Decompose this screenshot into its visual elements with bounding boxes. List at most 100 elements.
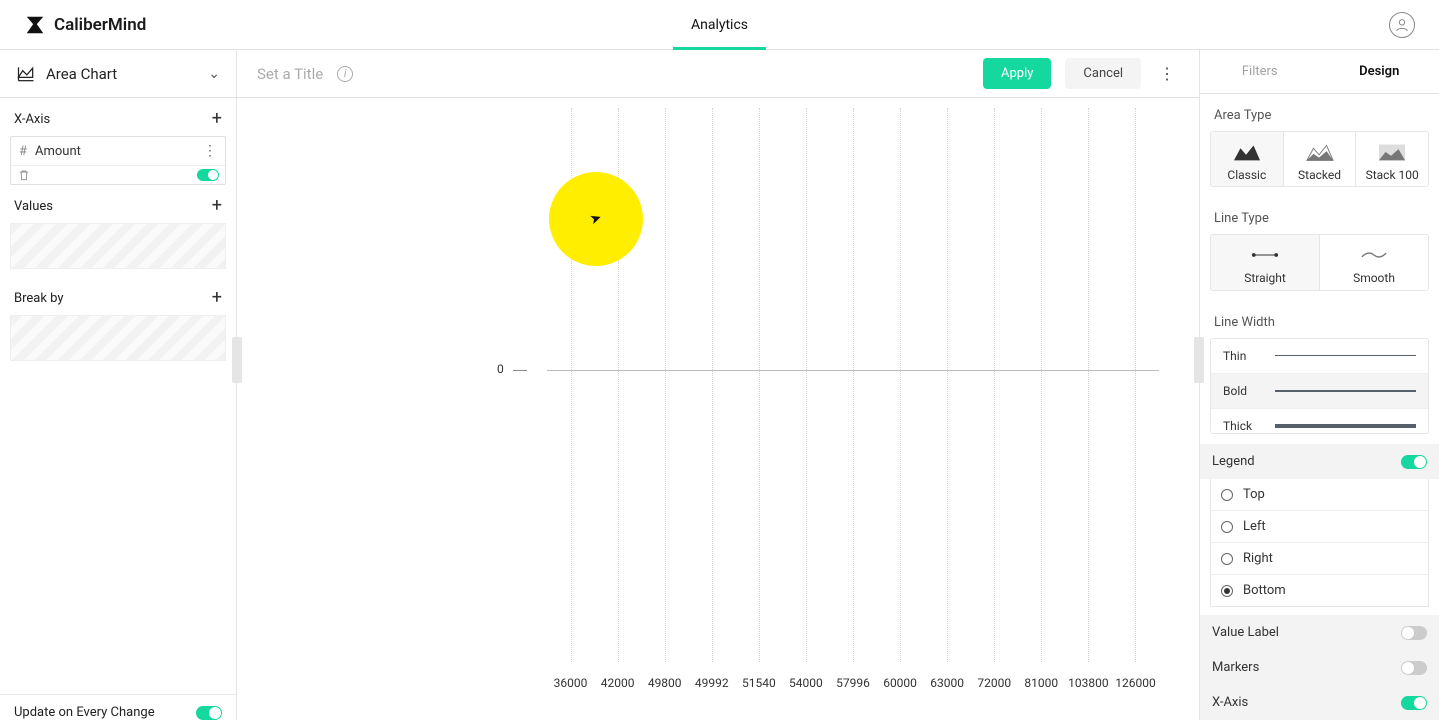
area-stacked-icon — [1306, 142, 1334, 162]
values-drop-zone[interactable] — [10, 223, 226, 269]
cursor-highlight: ➤ — [549, 172, 643, 266]
chart-type-selector[interactable]: Area Chart ⌄ — [0, 50, 236, 98]
x-tick-label: 49800 — [648, 676, 682, 690]
canvas-panel: Set a Title i Apply Cancel ⋮ 0 36000 4200… — [237, 50, 1199, 720]
legend-bottom-label: Bottom — [1243, 583, 1286, 598]
line-width-bold[interactable]: Bold — [1211, 373, 1428, 408]
x-tick-label: 51540 — [742, 676, 776, 690]
tab-design[interactable]: Design — [1320, 50, 1439, 93]
radio-icon — [1221, 585, 1233, 597]
breakby-label: Break by — [14, 291, 64, 306]
chart-type-label: Area Chart — [46, 65, 198, 83]
cursor-arrow-icon: ➤ — [588, 209, 604, 228]
x-axis-field-menu[interactable]: ⋮ — [203, 143, 217, 159]
x-gridline — [712, 108, 713, 662]
y-tick-0: 0 — [497, 362, 504, 376]
trash-icon[interactable] — [17, 168, 31, 182]
add-breakby-button[interactable]: + — [212, 289, 222, 307]
user-avatar[interactable] — [1389, 12, 1415, 38]
x-tick-label: 63000 — [930, 676, 964, 690]
line-width-bold-label: Bold — [1223, 384, 1265, 398]
info-icon[interactable]: i — [337, 66, 353, 82]
line-straight-icon — [1251, 245, 1279, 265]
area-type-stack100[interactable]: Stack 100 — [1355, 132, 1428, 186]
x-gridline — [1088, 108, 1089, 662]
chart-title-input[interactable]: Set a Title — [257, 65, 323, 83]
legend-title: Legend — [1212, 454, 1255, 469]
tab-analytics[interactable]: Analytics — [685, 0, 754, 50]
values-label: Values — [14, 199, 53, 214]
line-width-thin-label: Thin — [1223, 349, 1265, 363]
markers-title: Markers — [1212, 660, 1259, 675]
legend-left[interactable]: Left — [1211, 510, 1428, 542]
x-axis-label: X-Axis — [14, 112, 50, 127]
x-axis-field-chip[interactable]: # Amount ⋮ — [10, 136, 226, 185]
x-gridline — [665, 108, 666, 662]
line-type-title: Line Type — [1200, 197, 1439, 234]
breakby-drop-zone[interactable] — [10, 315, 226, 361]
line-width-thin[interactable]: Thin — [1211, 339, 1428, 373]
xaxis-header: X-Axis — [1200, 685, 1439, 720]
line-type-smooth[interactable]: Smooth — [1319, 235, 1428, 289]
line-smooth-icon — [1360, 245, 1388, 265]
legend-header: Legend — [1200, 444, 1439, 479]
x-axis-section-header: X-Axis + — [0, 98, 236, 136]
xaxis-toggle[interactable] — [1401, 696, 1427, 710]
collapse-right-panel[interactable] — [1194, 337, 1204, 383]
x-tick-label: 49992 — [695, 676, 729, 690]
value-label-title: Value Label — [1212, 625, 1279, 640]
line-width-thick-label: Thick — [1223, 419, 1265, 433]
radio-icon — [1221, 521, 1233, 533]
chevron-down-icon: ⌄ — [208, 66, 220, 82]
x-gridline — [900, 108, 901, 662]
brand-logo-icon — [24, 14, 46, 36]
radio-icon — [1221, 553, 1233, 565]
area-type-stack100-label: Stack 100 — [1366, 168, 1419, 182]
x-tick-label: 72000 — [977, 676, 1011, 690]
x-gridline — [1135, 108, 1136, 662]
values-section-header: Values + — [0, 185, 236, 223]
legend-right-label: Right — [1243, 551, 1273, 566]
design-panel: Filters Design Area Type Classic Stacked… — [1199, 50, 1439, 720]
apply-button[interactable]: Apply — [983, 58, 1051, 89]
line-type-straight-label: Straight — [1244, 271, 1286, 285]
area-type-stacked-label: Stacked — [1298, 168, 1341, 182]
area-type-stacked[interactable]: Stacked — [1283, 132, 1356, 186]
legend-right[interactable]: Right — [1211, 542, 1428, 574]
add-x-axis-button[interactable]: + — [212, 110, 222, 128]
tab-filters[interactable]: Filters — [1200, 50, 1320, 93]
x-axis-field-name: Amount — [35, 144, 195, 159]
line-width-thick[interactable]: Thick — [1211, 408, 1428, 434]
legend-top-label: Top — [1243, 487, 1265, 502]
x-axis-field-toggle[interactable] — [197, 169, 219, 181]
line-thick-preview — [1275, 424, 1416, 428]
markers-header: Markers — [1200, 650, 1439, 685]
x-tick-label: 36000 — [554, 676, 588, 690]
x-gridline — [806, 108, 807, 662]
chart-plot-area[interactable]: 0 36000420004980049992515405400057996600… — [237, 98, 1199, 720]
value-label-toggle[interactable] — [1401, 626, 1427, 640]
legend-top[interactable]: Top — [1211, 479, 1428, 510]
line-type-straight[interactable]: Straight — [1211, 235, 1319, 289]
line-thin-preview — [1275, 355, 1416, 356]
x-tick-label: 42000 — [601, 676, 635, 690]
legend-bottom[interactable]: Bottom — [1211, 574, 1428, 606]
legend-toggle[interactable] — [1401, 455, 1427, 469]
x-gridline — [994, 108, 995, 662]
update-on-change-toggle[interactable] — [196, 706, 222, 720]
update-on-change-label: Update on Every Change — [14, 705, 155, 720]
add-values-button[interactable]: + — [212, 197, 222, 215]
x-gridline — [947, 108, 948, 662]
cancel-button[interactable]: Cancel — [1065, 58, 1141, 89]
line-width-title: Line Width — [1200, 301, 1439, 338]
area-stack100-icon — [1378, 142, 1406, 162]
x-gridline — [759, 108, 760, 662]
collapse-left-panel[interactable] — [232, 337, 242, 383]
markers-toggle[interactable] — [1401, 661, 1427, 675]
area-type-classic[interactable]: Classic — [1211, 132, 1283, 186]
brand-logo[interactable]: CaliberMind — [24, 14, 146, 36]
value-label-header: Value Label — [1200, 615, 1439, 650]
more-menu[interactable]: ⋮ — [1155, 64, 1179, 83]
area-chart-icon — [16, 64, 36, 84]
x-tick-label: 126000 — [1115, 676, 1155, 690]
